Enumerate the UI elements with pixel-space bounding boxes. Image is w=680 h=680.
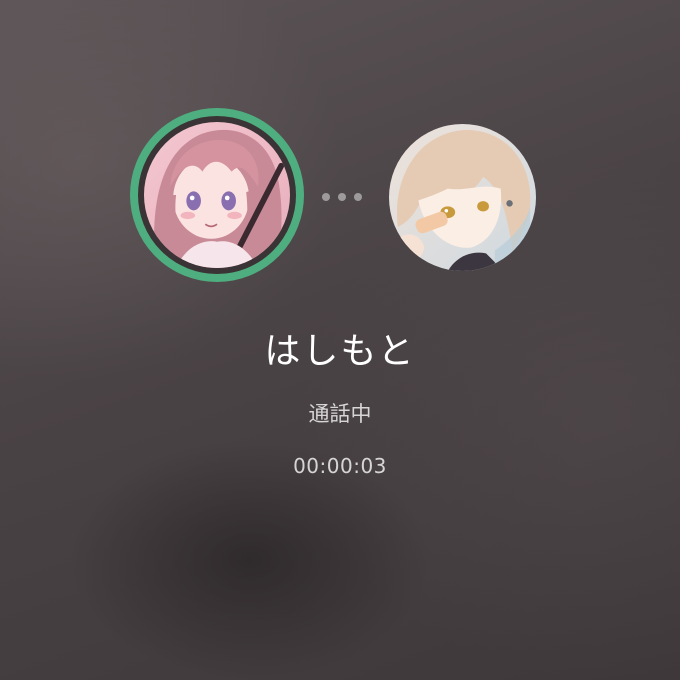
connecting-dots-icon	[322, 192, 362, 202]
dot	[338, 193, 346, 201]
participants-row	[0, 0, 680, 300]
call-status-label: 通話中	[308, 402, 372, 426]
voice-call-screen: はしもと 通話中 00:00:03	[0, 0, 680, 680]
anime-girl-blonde-hair-icon	[389, 124, 536, 271]
anime-girl-pink-hair-icon	[144, 122, 290, 268]
dot	[322, 193, 330, 201]
caller-name: はしもと	[264, 331, 416, 372]
self-avatar	[144, 122, 290, 268]
remote-avatar	[389, 124, 536, 271]
call-duration-timer: 00:00:03	[293, 454, 387, 478]
self-avatar-active-ring	[130, 108, 304, 282]
dot	[354, 193, 362, 201]
